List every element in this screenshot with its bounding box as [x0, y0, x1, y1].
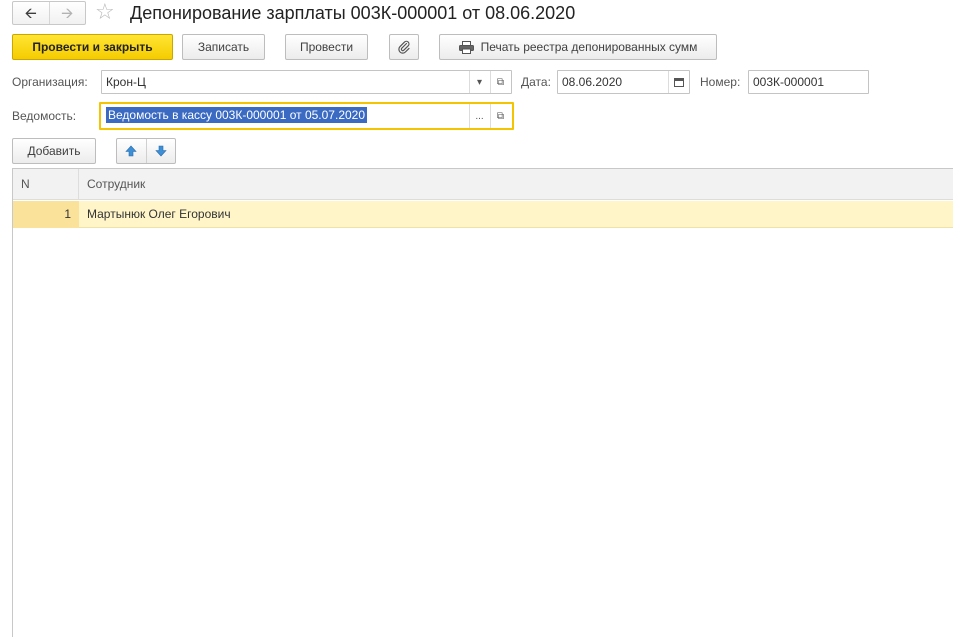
post-button[interactable]: Провести: [285, 34, 368, 60]
print-registry-label: Печать реестра депонированных сумм: [480, 40, 698, 54]
post-and-close-button[interactable]: Провести и закрыть: [12, 34, 173, 60]
window-title: Депонирование зарплаты 003К-000001 от 08…: [130, 3, 576, 23]
date-label: Дата:: [521, 75, 551, 89]
dropdown-icon[interactable]: ▾: [469, 71, 489, 93]
date-field[interactable]: [557, 70, 690, 94]
table-row[interactable]: 1 Мартынюк Олег Егорович: [13, 201, 953, 228]
save-button[interactable]: Записать: [182, 34, 265, 60]
row-number: 1: [13, 201, 79, 228]
number-input[interactable]: [749, 71, 868, 93]
print-registry-button[interactable]: Печать реестра депонированных сумм: [439, 34, 717, 60]
statement-field[interactable]: Ведомость в кассу 003К-000001 от 05.07.2…: [99, 102, 514, 130]
document-form: 🡨 🡪 ☆ Депонирование зарплаты 003К-000001…: [0, 0, 953, 637]
employees-table: N Сотрудник 1 Мартынюк Олег Егорович: [12, 168, 953, 637]
statement-label: Ведомость:: [12, 109, 77, 123]
add-button[interactable]: Добавить: [12, 138, 96, 164]
forward-arrow-icon[interactable]: 🡪: [50, 2, 86, 24]
table-header: N Сотрудник: [13, 169, 953, 200]
move-down-icon[interactable]: [147, 139, 176, 163]
statement-input[interactable]: Ведомость в кассу 003К-000001 от 05.07.2…: [106, 107, 368, 123]
open-link-icon[interactable]: ⧉: [490, 71, 510, 93]
organization-input[interactable]: [102, 71, 469, 93]
column-header-n[interactable]: N: [13, 169, 79, 200]
organization-field[interactable]: ▾ ⧉: [101, 70, 512, 94]
move-up-icon[interactable]: [117, 139, 147, 163]
calendar-icon[interactable]: [668, 71, 688, 93]
date-input[interactable]: [558, 71, 668, 93]
number-field[interactable]: [748, 70, 869, 94]
move-buttons: [116, 138, 176, 164]
number-label: Номер:: [700, 75, 741, 89]
select-button[interactable]: ...: [469, 104, 489, 128]
paperclip-icon: [398, 40, 410, 54]
open-link-icon[interactable]: ⧉: [490, 104, 510, 128]
column-header-employee[interactable]: Сотрудник: [79, 169, 953, 200]
history-nav: 🡨 🡪: [12, 1, 86, 25]
printer-icon: [458, 40, 474, 54]
row-employee: Мартынюк Олег Егорович: [87, 207, 231, 221]
organization-label: Организация:: [12, 75, 88, 89]
attachment-button[interactable]: [389, 34, 419, 60]
back-arrow-icon[interactable]: 🡨: [13, 2, 50, 24]
favorite-star-icon[interactable]: ☆: [95, 0, 115, 24]
